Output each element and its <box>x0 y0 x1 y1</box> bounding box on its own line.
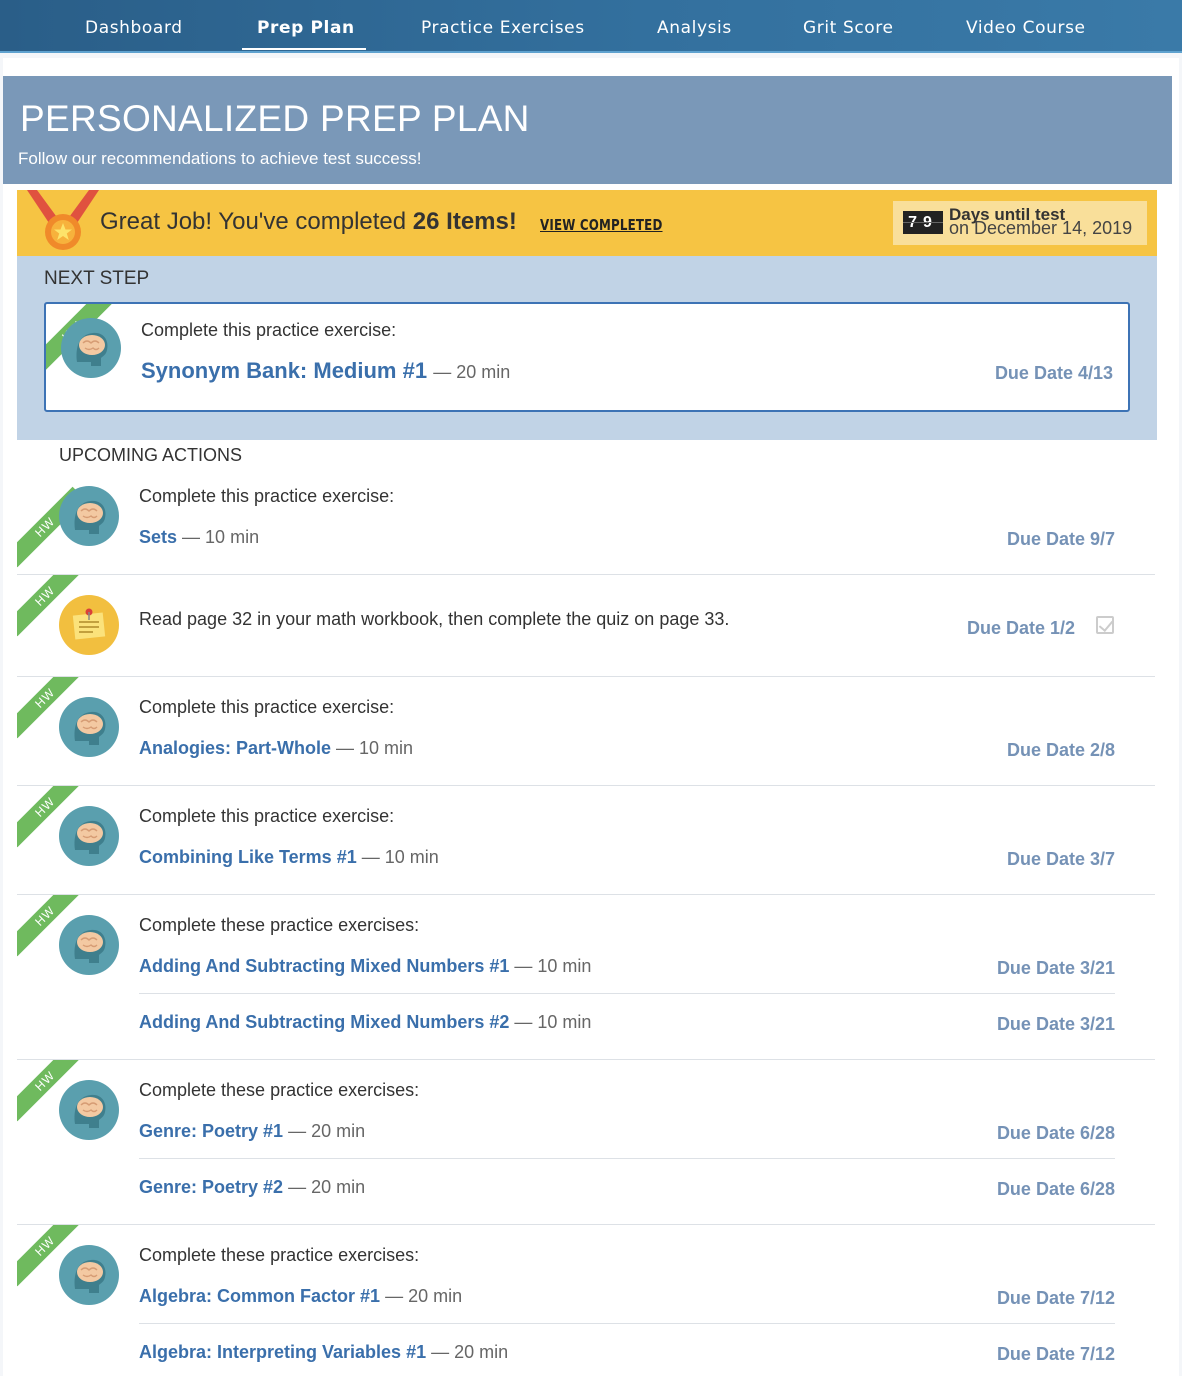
due-date: Due Date 7/12 <box>996 1288 1115 1308</box>
exercise-title[interactable]: Adding And Subtracting Mixed Numbers #1 <box>139 956 509 976</box>
top-nav: Dashboard Prep Plan Practice Exercises A… <box>0 0 1182 53</box>
brain-icon <box>59 1080 119 1140</box>
exercise-title[interactable]: Analogies: Part-Whole <box>139 738 331 758</box>
action-instruction: Complete these practice exercises: <box>139 915 420 935</box>
exercise-link[interactable]: Adding And Subtracting Mixed Numbers #2 … <box>139 1012 591 1033</box>
due-date: Due Date 6/28 <box>996 1179 1115 1199</box>
nav-video-course[interactable]: Video Course <box>966 0 1086 53</box>
action-row: HW Read page 32 in your math workbook, t… <box>17 575 1155 677</box>
next-step-duration: — 20 min <box>433 362 511 382</box>
test-date: on December 14, 2019 <box>949 218 1133 238</box>
next-step-label: NEXT STEP <box>44 268 150 289</box>
completion-text-prefix: Great Job! You've completed <box>100 208 413 235</box>
checkbox-icon[interactable] <box>1096 616 1114 634</box>
exercise-link[interactable]: Genre: Poetry #2 — 20 min <box>139 1177 365 1198</box>
page-title: PERSONALIZED PREP PLAN <box>20 98 530 139</box>
action-row: HW Complete these practice exercises: Al… <box>17 1225 1155 1376</box>
brain-icon <box>59 806 119 866</box>
exercise-duration: — 10 min <box>361 847 439 867</box>
action-instruction: Complete these practice exercises: <box>139 1080 420 1100</box>
exercise-duration: — 20 min <box>288 1177 366 1197</box>
view-completed-link[interactable]: VIEW COMPLETED <box>540 216 663 234</box>
exercise-duration: — 20 min <box>385 1286 463 1306</box>
action-row: HW Complete these practice exercises: Ge… <box>17 1060 1155 1225</box>
due-date: Due Date 1/2 <box>966 618 1075 638</box>
days-until-test: 79 Days until test on December 14, 2019 <box>893 201 1147 245</box>
exercise-duration: — 10 min <box>336 738 414 758</box>
completion-banner: Great Job! You've completed 26 Items! VI… <box>17 190 1157 256</box>
action-row: HW Complete this practice exercise: Comb… <box>17 786 1155 895</box>
next-step-exercise-title[interactable]: Synonym Bank: Medium #1 <box>141 358 427 383</box>
action-instruction: Complete this practice exercise: <box>139 806 395 826</box>
exercise-duration: — 10 min <box>514 956 592 976</box>
action-instruction: Complete this practice exercise: <box>139 486 395 506</box>
nav-analysis[interactable]: Analysis <box>657 0 732 53</box>
next-step-instruction: Complete this practice exercise: <box>141 320 397 340</box>
exercise-duration: — 10 min <box>182 527 260 547</box>
completed-count: 26 Items! <box>412 208 517 235</box>
nav-practice-exercises[interactable]: Practice Exercises <box>421 0 585 53</box>
brain-icon <box>59 697 119 757</box>
exercise-divider <box>139 993 1115 994</box>
due-date: Due Date 7/12 <box>996 1344 1115 1364</box>
brain-icon <box>59 486 119 546</box>
exercise-divider <box>139 1158 1115 1159</box>
nav-prep-plan[interactable]: Prep Plan <box>257 0 355 53</box>
brain-icon <box>61 318 121 378</box>
exercise-title[interactable]: Algebra: Interpreting Variables #1 <box>139 1342 426 1362</box>
medal-icon <box>27 190 99 250</box>
exercise-link[interactable]: Analogies: Part-Whole — 10 min <box>139 738 413 759</box>
action-row: HW Complete this practice exercise: Anal… <box>17 677 1155 786</box>
due-date: Due Date 3/21 <box>996 1014 1115 1034</box>
due-date: Due Date 2/8 <box>1006 740 1115 760</box>
action-row: HW Complete these practice exercises: Ad… <box>17 895 1155 1060</box>
completion-text: Great Job! You've completed 26 Items! <box>100 208 517 236</box>
due-date: Due Date 9/7 <box>1006 529 1115 549</box>
nav-grit-score[interactable]: Grit Score <box>803 0 894 53</box>
brain-icon <box>59 1245 119 1305</box>
exercise-divider <box>139 1323 1115 1324</box>
exercise-link[interactable]: Sets — 10 min <box>139 527 259 548</box>
action-instruction: Complete this practice exercise: <box>139 697 395 717</box>
next-step-card[interactable]: HW Complete this practice exercise: Syno… <box>44 302 1130 412</box>
action-instruction: Read page 32 in your math workbook, then… <box>139 609 730 629</box>
next-step-section: NEXT STEP HW Complete this practice exer… <box>17 256 1157 440</box>
exercise-link[interactable]: Adding And Subtracting Mixed Numbers #1 … <box>139 956 591 977</box>
due-date: Due Date 3/21 <box>996 958 1115 978</box>
exercise-link[interactable]: Genre: Poetry #1 — 20 min <box>139 1121 365 1142</box>
exercise-link[interactable]: Algebra: Common Factor #1 — 20 min <box>139 1286 462 1307</box>
exercise-title[interactable]: Genre: Poetry #1 <box>139 1121 283 1141</box>
exercise-title[interactable]: Combining Like Terms #1 <box>139 847 357 867</box>
nav-active-indicator <box>242 48 366 50</box>
exercise-title[interactable]: Algebra: Common Factor #1 <box>139 1286 380 1306</box>
exercise-link[interactable]: Algebra: Interpreting Variables #1 — 20 … <box>139 1342 508 1363</box>
action-row: HW Complete this practice exercise: Sets… <box>17 440 1155 575</box>
page-subtitle: Follow our recommendations to achieve te… <box>18 149 422 168</box>
exercise-duration: — 10 min <box>514 1012 592 1032</box>
exercise-title[interactable]: Genre: Poetry #2 <box>139 1177 283 1197</box>
plan-header: PERSONALIZED PREP PLAN Follow our recomm… <box>3 76 1172 184</box>
exercise-duration: — 20 min <box>288 1121 366 1141</box>
exercise-duration: — 20 min <box>431 1342 509 1362</box>
next-step-due-date: Due Date 4/13 <box>994 363 1113 383</box>
brain-icon <box>59 915 119 975</box>
next-step-exercise-link[interactable]: Synonym Bank: Medium #1 — 20 min <box>141 358 510 384</box>
due-date: Due Date 6/28 <box>996 1123 1115 1143</box>
days-counter: 79 <box>903 211 943 234</box>
exercise-title[interactable]: Adding And Subtracting Mixed Numbers #2 <box>139 1012 509 1032</box>
exercise-link[interactable]: Combining Like Terms #1 — 10 min <box>139 847 439 868</box>
exercise-title[interactable]: Sets <box>139 527 177 547</box>
sticky-note-icon <box>59 595 119 655</box>
action-instruction: Complete these practice exercises: <box>139 1245 420 1265</box>
due-date: Due Date 3/7 <box>1006 849 1115 869</box>
nav-dashboard[interactable]: Dashboard <box>85 0 183 53</box>
